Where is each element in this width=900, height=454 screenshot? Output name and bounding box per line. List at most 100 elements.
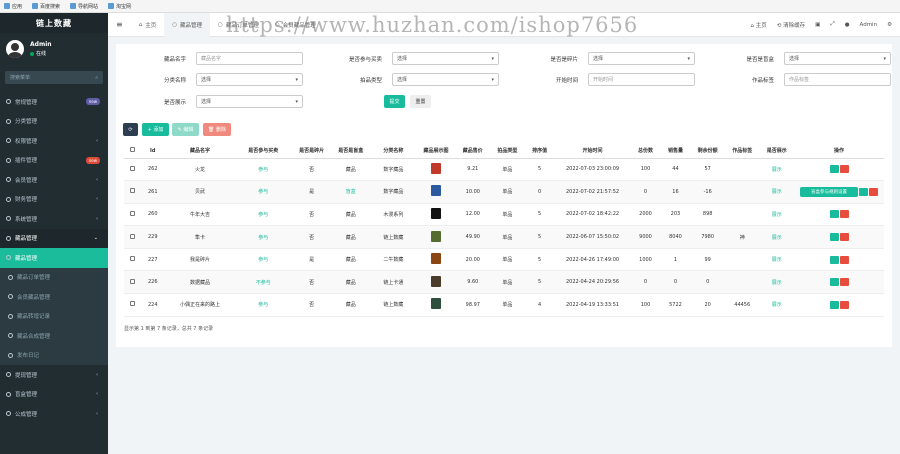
cell-link[interactable]: 展示 — [772, 189, 782, 195]
trash-icon[interactable] — [840, 278, 849, 287]
edit-icon[interactable] — [830, 165, 839, 174]
cell-link[interactable]: 参与 — [258, 257, 268, 263]
menu-toggle-button[interactable]: ≡ — [108, 13, 131, 37]
bookmark-item[interactable]: 导航网站 — [70, 3, 98, 10]
blindbox-rules-button[interactable]: 盲盒参与规则设置 — [800, 186, 858, 197]
filter-input[interactable]: 藏品名字 — [196, 52, 303, 65]
table-row[interactable]: 229 隼卡 参与 否藏品 链上数藏 49.90 单品 5 2022-06-07 15:50:0… — [124, 225, 884, 249]
row-checkbox[interactable] — [129, 256, 135, 262]
filter-input[interactable]: 选择 ▾ — [196, 73, 303, 86]
tab-member-collections[interactable]: ○ 会员藏品管理 — [267, 13, 324, 37]
cell-link[interactable]: 展示 — [772, 167, 782, 173]
refresh-button[interactable]: ⟳ — [123, 123, 138, 136]
table-cell: 5722 — [660, 293, 691, 317]
row-checkbox[interactable] — [129, 188, 135, 194]
filter-input[interactable]: 选择 ▾ — [392, 52, 499, 65]
cell-link[interactable]: 参与 — [258, 235, 268, 241]
sidebar-item[interactable]: 会员藏品管理 — [0, 287, 108, 307]
admin-avatar-icon[interactable]: ● — [845, 22, 850, 28]
table-cell: 隼卡 — [165, 225, 235, 249]
cell-link[interactable]: 参与 — [258, 212, 268, 218]
language-icon[interactable]: ▣ — [815, 22, 820, 28]
row-checkbox[interactable] — [129, 278, 135, 284]
trash-icon[interactable] — [869, 187, 878, 196]
row-checkbox[interactable] — [129, 165, 135, 171]
delete-button[interactable]: 🗑 删除 — [203, 123, 231, 136]
cell-link[interactable]: 展示 — [772, 235, 782, 241]
cell-link[interactable]: 展示 — [772, 212, 782, 218]
trash-icon[interactable] — [840, 300, 849, 309]
filter-input[interactable]: 选择 ▾ — [392, 73, 499, 86]
table-row[interactable]: 260 牛年大吉 参与 否藏品 木漫系列 12.00 单品 5 2022-07-02 18:42… — [124, 203, 884, 227]
cell-link[interactable]: 展示 — [772, 280, 782, 286]
trash-icon[interactable] — [840, 210, 849, 219]
sidebar-item[interactable]: 藏品管理 ⌄ — [0, 228, 108, 248]
sidebar-item[interactable]: 藏品转增记录 — [0, 306, 108, 326]
edit-icon[interactable] — [830, 233, 839, 242]
edit-icon[interactable] — [830, 300, 839, 309]
edit-icon[interactable] — [859, 187, 868, 196]
edit-icon[interactable] — [830, 255, 839, 264]
sidebar-item[interactable]: 财务管理 ‹ — [0, 190, 108, 210]
select-all-checkbox[interactable] — [129, 147, 135, 153]
cell-link[interactable]: 展示 — [772, 302, 782, 308]
filter-input[interactable]: 开始时间 — [588, 73, 695, 86]
home-link[interactable]: ⌂ 主页 — [750, 21, 766, 29]
trash-icon[interactable] — [840, 255, 849, 264]
bookmark-item[interactable]: 应用 — [4, 3, 22, 10]
filter-input[interactable]: 作品标签 — [784, 73, 891, 86]
sidebar-item[interactable]: 藏品订单管理 — [0, 267, 108, 287]
trash-icon[interactable] — [840, 165, 849, 174]
cell-link[interactable]: 参与 — [258, 167, 268, 173]
trash-icon[interactable] — [840, 233, 849, 242]
row-checkbox[interactable] — [129, 210, 135, 216]
table-row[interactable]: 224 小偶正在来的路上 参与 否藏品 链上数藏 98.97 单品 4 2022-04-19 1… — [124, 293, 884, 317]
menu-search-input[interactable]: 搜索菜单 ⌕ — [5, 71, 103, 84]
filter-input[interactable]: 选择 ▾ — [196, 95, 303, 108]
cell-link[interactable]: 参与 — [258, 302, 268, 308]
cell-link[interactable]: 参与 — [258, 189, 268, 195]
sidebar-item[interactable]: 藏品管理 — [0, 248, 108, 268]
clear-cache-button[interactable]: ⟲ 清除缓存 — [777, 21, 805, 29]
table-cell: 链上卡通 — [370, 270, 417, 295]
tab-collections[interactable]: ○ 藏品管理 — [164, 12, 211, 37]
sidebar-item[interactable]: 提现管理 ‹ — [0, 365, 108, 385]
row-checkbox[interactable] — [129, 301, 135, 307]
sidebar-item[interactable]: 公成管理 ‹ — [0, 404, 108, 424]
table-row[interactable]: 226 数据藏品 不参与 否藏品 链上卡通 9.60 单品 5 2022-04-24 20:29… — [124, 270, 884, 295]
edit-icon[interactable] — [830, 210, 839, 219]
sidebar-item[interactable]: 系统管理 ‹ — [0, 209, 108, 229]
settings-icon[interactable]: ⚙ — [887, 22, 892, 28]
cell-link[interactable]: 盲盒 — [346, 189, 356, 195]
fullscreen-icon[interactable]: ⤢ — [830, 21, 834, 28]
bookmark-item[interactable]: 百度搜索 — [32, 3, 60, 10]
menu-item-icon — [6, 157, 11, 163]
row-checkbox[interactable] — [129, 233, 135, 239]
table-row[interactable]: 261 贝武 参与是盲盒 数字藏品 10.00 单品 0 2022-07-02 21:57:5… — [124, 180, 884, 204]
table-row[interactable]: 262 火龙 参与 否藏品 数字藏品 9.21 单品 5 2022-07-03 23:00:09… — [124, 158, 884, 182]
tab-home[interactable]: ⌂ 主页 — [131, 13, 165, 37]
tab-orders[interactable]: ○ 藏品订单管理 — [210, 13, 267, 37]
admin-name[interactable]: Admin — [860, 22, 878, 28]
edit-button[interactable]: ✎ 编辑 — [172, 123, 199, 136]
bookmark-icon — [32, 3, 39, 9]
sidebar-item[interactable]: 权限管理 ‹ — [0, 131, 108, 151]
table-row[interactable]: 227 我是碎片 参与 是藏品 二牛数藏 20.00 单品 5 2022-04-26 17:49… — [124, 248, 884, 272]
edit-icon[interactable] — [830, 278, 839, 287]
cell-link[interactable]: 展示 — [772, 257, 782, 263]
add-button[interactable]: + 添加 — [142, 123, 169, 136]
sidebar-item[interactable]: 分类管理 — [0, 112, 108, 132]
sidebar-item[interactable]: 插件管理 new — [0, 151, 108, 171]
column-header[interactable] — [124, 144, 141, 159]
reset-button[interactable]: 重置 — [410, 95, 431, 108]
sidebar-item[interactable]: 发布日记 — [0, 345, 108, 365]
sidebar-item[interactable]: 会员管理 ‹ — [0, 170, 108, 190]
sidebar-item[interactable]: 常规管理 new — [0, 92, 108, 112]
filter-input[interactable]: 选择 ▾ — [588, 52, 695, 65]
sidebar-item[interactable]: 藏品合成管理 — [0, 326, 108, 346]
filter-input[interactable]: 选择 ▾ — [784, 52, 891, 65]
submit-button[interactable]: 提交 — [384, 95, 405, 108]
bookmark-item[interactable]: 淘宝网 — [108, 3, 131, 10]
sidebar-item[interactable]: 盲盒管理 ‹ — [0, 385, 108, 405]
cell-link[interactable]: 不参与 — [256, 280, 271, 286]
